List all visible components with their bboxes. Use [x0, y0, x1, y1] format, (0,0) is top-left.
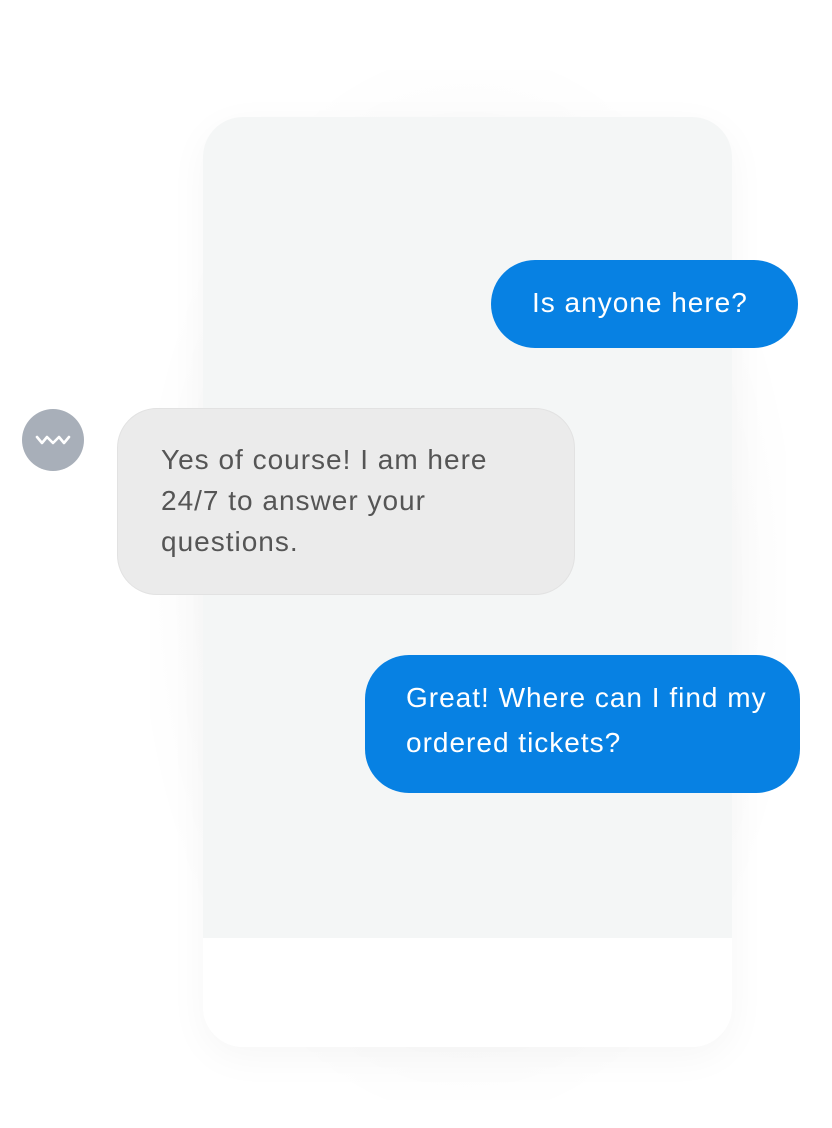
phone-bottom-bar	[203, 938, 732, 1047]
user-message-bubble: Great! Where can I find my ordered ticke…	[365, 655, 800, 793]
wave-logo-icon	[35, 433, 71, 447]
chat-illustration: Is anyone here? Yes of course! I am here…	[0, 0, 832, 1128]
bot-message-bubble: Yes of course! I am here 24/7 to answer …	[117, 408, 575, 595]
user-message-bubble: Is anyone here?	[491, 260, 798, 348]
bot-avatar	[22, 409, 84, 471]
